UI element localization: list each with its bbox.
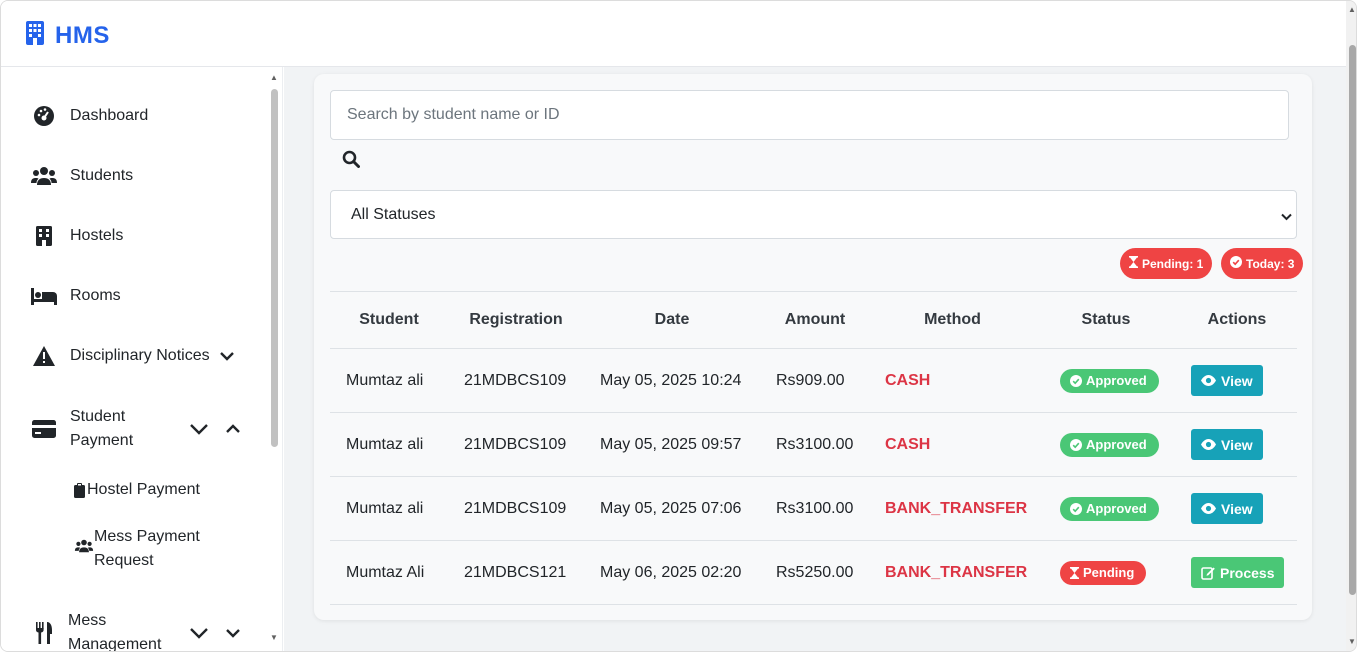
status-badge: Approved [1060,432,1159,457]
brand[interactable]: HMS [25,21,110,50]
building-icon [25,21,45,50]
view-button[interactable]: View [1191,493,1263,524]
process-button[interactable]: Process [1191,557,1285,588]
check-circle-icon [1070,502,1082,515]
column-header: Actions [1207,311,1267,328]
column-header: Status [1081,311,1131,328]
chevron-down-icon[interactable] [190,420,208,438]
column-header: Student [359,311,419,328]
column-header: Method [924,311,981,328]
status-badge: Approved [1060,368,1159,393]
registration: 21MDBCS109 [464,499,567,517]
payment-method: BANK_TRANSFER [885,563,1028,581]
amount: Rs5250.00 [776,563,854,581]
chevron-down-icon[interactable] [224,624,242,642]
table-row: Mumtaz ali 21MDBCS109 May 05, 2025 10:24… [330,349,1297,413]
table-header-row: Student Registration Date Amount Method … [330,291,1297,349]
bed-icon [31,285,57,307]
status-filter-select[interactable]: All Statuses [330,190,1297,239]
amount: Rs3100.00 [776,499,854,517]
scroll-up-arrow[interactable]: ▲ [1347,5,1356,15]
sidebar-subitem-hostel-payment[interactable]: Hostel Payment [74,481,200,503]
app-window: HMS Dashboard Students Hostels Rooms Dis… [0,0,1357,652]
warning-icon [31,345,57,367]
dashboard-icon [31,105,57,127]
eye-icon [1201,375,1216,386]
student-name: Mumtaz Ali [346,563,425,581]
hourglass-icon [1070,566,1079,579]
hourglass-icon [1129,256,1138,271]
main-content: Search by student name or ID All Statuse… [284,67,1346,651]
status-filter-value: All Statuses [351,205,436,223]
chevron-down-icon[interactable] [218,347,236,365]
building-icon [31,225,57,247]
status-badge: Approved [1060,496,1159,521]
page-scrollbar-thumb[interactable] [1349,45,1356,595]
sidebar-subitem-mess-payment-request[interactable]: Mess Payment Request [74,525,200,573]
sidebar-item-student-payment[interactable]: Student Payment [31,405,242,453]
chevron-up-icon[interactable] [224,420,242,438]
registration: 21MDBCS109 [464,435,567,453]
payment-method: CASH [885,435,931,453]
table-row: Mumtaz ali 21MDBCS109 May 05, 2025 07:06… [330,477,1297,541]
payments-card: Search by student name or ID All Statuse… [314,74,1312,620]
sidebar-item-rooms[interactable]: Rooms [31,285,121,307]
users-icon [31,165,57,187]
sidebar-item-mess-management[interactable]: Mess Management [31,609,242,652]
search-input[interactable]: Search by student name or ID [330,90,1289,140]
today-count-badge: Today: 3 [1221,248,1304,279]
chevron-down-icon [1281,208,1292,226]
sidebar-item-label: Student [70,408,126,425]
payment-method: CASH [885,371,931,389]
table-row: Mumtaz ali 21MDBCS109 May 05, 2025 09:57… [330,413,1297,477]
eye-icon [1201,439,1216,450]
clipboard-icon [74,483,85,503]
sidebar-item-students[interactable]: Students [31,165,133,187]
check-circle-icon [1070,374,1082,387]
chevron-down-icon[interactable] [190,624,208,642]
payment-date: May 05, 2025 10:24 [600,371,742,389]
sidebar-item-label: Management [68,636,162,652]
utensils-icon [31,622,57,644]
amount: Rs3100.00 [776,435,854,453]
credit-card-icon [31,418,57,440]
payment-date: May 05, 2025 09:57 [600,435,742,453]
payment-date: May 05, 2025 07:06 [600,499,742,517]
edit-icon [1201,566,1215,580]
sidebar-item-dashboard[interactable]: Dashboard [31,105,148,127]
student-name: Mumtaz ali [346,435,424,453]
scroll-down-arrow[interactable]: ▼ [269,633,279,643]
column-header: Amount [784,311,846,328]
status-badge: Pending [1060,560,1147,585]
sidebar: Dashboard Students Hostels Rooms Discipl… [1,67,283,652]
users-icon [74,537,94,561]
table-row: Mumtaz Ali 21MDBCS121 May 06, 2025 02:20… [330,541,1297,605]
sidebar-item-label: Mess [68,612,107,629]
sidebar-scrollbar-thumb[interactable] [271,89,278,447]
pending-count-badge: Pending: 1 [1120,248,1213,279]
payments-table: Student Registration Date Amount Method … [330,291,1297,605]
payment-method: BANK_TRANSFER [885,499,1028,517]
scroll-down-arrow[interactable]: ▼ [1347,637,1356,647]
amount: Rs909.00 [776,371,845,389]
top-header: HMS [1,1,1346,67]
scroll-up-arrow[interactable]: ▲ [269,73,279,83]
column-header: Registration [469,311,563,328]
search-icon[interactable] [342,150,362,170]
registration: 21MDBCS121 [464,563,567,581]
view-button[interactable]: View [1191,429,1263,460]
check-circle-icon [1070,438,1082,451]
eye-icon [1201,503,1216,514]
registration: 21MDBCS109 [464,371,567,389]
student-name: Mumtaz ali [346,499,424,517]
app-title: HMS [55,21,110,49]
check-circle-icon [1230,256,1242,271]
student-name: Mumtaz ali [346,371,424,389]
sidebar-item-disciplinary-notices[interactable]: Disciplinary Notices [31,345,236,367]
column-header: Date [654,311,690,328]
sidebar-item-label: Payment [70,432,134,449]
sidebar-item-hostels[interactable]: Hostels [31,225,123,247]
payment-date: May 06, 2025 02:20 [600,563,742,581]
view-button[interactable]: View [1191,365,1263,396]
